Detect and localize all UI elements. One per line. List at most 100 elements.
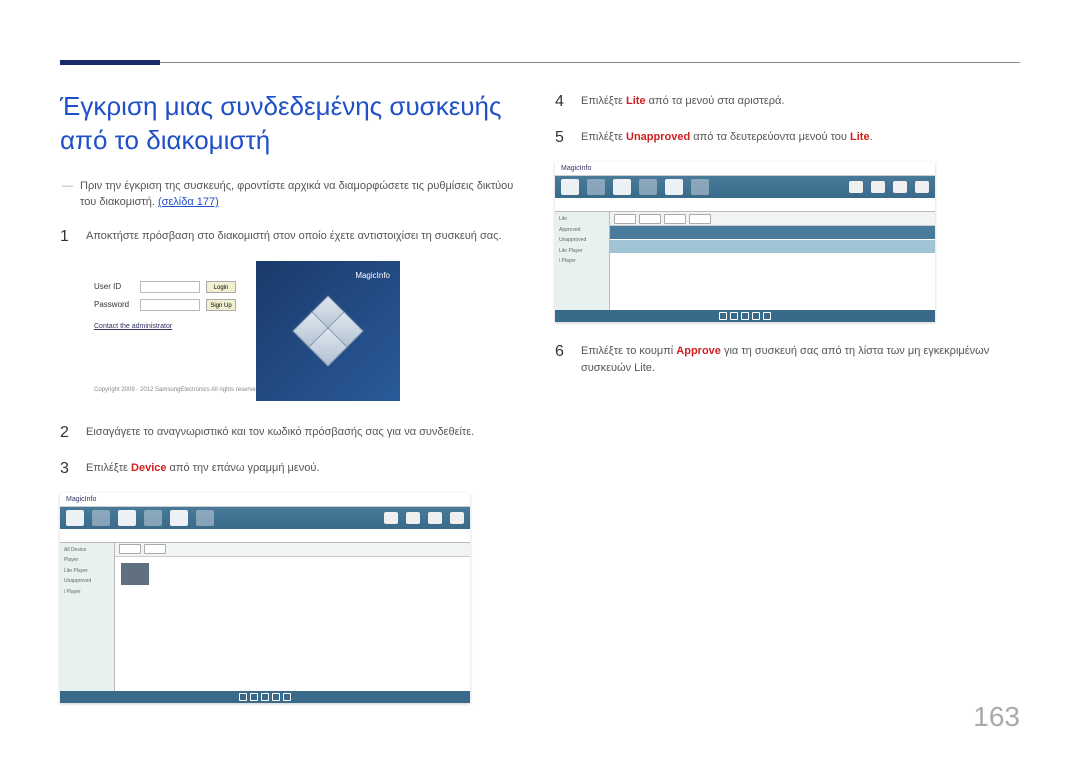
footer-nav[interactable] <box>730 312 738 320</box>
sidebar-item[interactable]: All Device <box>64 547 110 554</box>
header-accent <box>60 60 160 65</box>
toolbar-icon[interactable] <box>144 510 162 526</box>
app-body: Lite Approved Unapproved Lite Player i P… <box>555 212 935 310</box>
step-4: 4 Επιλέξτε Lite από τα μενού στα αριστερ… <box>555 90 1020 114</box>
toolbar-icon[interactable] <box>665 179 683 195</box>
step-num-5: 5 <box>555 126 569 150</box>
toolbar-icon[interactable] <box>170 510 188 526</box>
footer-nav[interactable] <box>250 693 258 701</box>
app-body: All Device Player Lite Player Unapproved… <box>60 543 470 691</box>
sidebar-item[interactable]: Lite Player <box>64 568 110 575</box>
table-row[interactable] <box>610 240 935 254</box>
step-2-text: Εισαγάγετε το αναγνωριστικό και τον κωδι… <box>86 421 474 445</box>
app-main-toolbar <box>610 212 935 226</box>
toolbar-icon[interactable] <box>118 510 136 526</box>
contact-admin-link[interactable]: Contact the administrator <box>94 323 242 330</box>
sidebar-item[interactable]: i Player <box>64 589 110 596</box>
toolbar-icon[interactable] <box>196 510 214 526</box>
mini-btn[interactable] <box>144 544 166 554</box>
step-6: 6 Επιλέξτε το κουμπί Approve για τη συσκ… <box>555 340 1020 376</box>
toolbar-icon-sm[interactable] <box>915 181 929 193</box>
footer-nav[interactable] <box>239 693 247 701</box>
mini-btn[interactable] <box>614 214 636 224</box>
login-screenshot: User ID Login Password Sign Up Contact t… <box>80 261 400 401</box>
toolbar-icon[interactable] <box>92 510 110 526</box>
step-4-text: Επιλέξτε Lite από τα μενού στα αριστερά. <box>581 90 784 114</box>
step-num-6: 6 <box>555 340 569 376</box>
page-heading: Έγκριση μιας συνδεδεμένης συσκευής από τ… <box>60 90 525 158</box>
toolbar-icon[interactable] <box>613 179 631 195</box>
step-5: 5 Επιλέξτε Unapproved από τα δευτερεύοντ… <box>555 126 1020 150</box>
mini-btn[interactable] <box>639 214 661 224</box>
footer-nav[interactable] <box>283 693 291 701</box>
toolbar-icon[interactable] <box>561 179 579 195</box>
footer-nav[interactable] <box>763 312 771 320</box>
device-keyword: Device <box>131 462 166 474</box>
step-1: 1 Αποκτήστε πρόσβαση στο διακομιστή στον… <box>60 225 525 249</box>
sidebar-item[interactable]: Lite <box>559 216 605 223</box>
user-id-input[interactable] <box>140 281 200 293</box>
password-input[interactable] <box>140 299 200 311</box>
app-sidebar: Lite Approved Unapproved Lite Player i P… <box>555 212 610 310</box>
login-form-panel: User ID Login Password Sign Up Contact t… <box>80 261 256 401</box>
step-num-4: 4 <box>555 90 569 114</box>
sidebar-item[interactable]: Approved <box>559 227 605 234</box>
lite-keyword: Lite <box>626 95 646 107</box>
step-num-3: 3 <box>60 457 74 481</box>
app-toolbar <box>555 176 935 198</box>
sidebar-item[interactable]: Player <box>64 557 110 564</box>
data-rows <box>610 226 935 254</box>
toolbar-icon[interactable] <box>639 179 657 195</box>
step-num-1: 1 <box>60 225 74 249</box>
app-main <box>115 543 470 691</box>
toolbar-icon-sm[interactable] <box>384 512 398 524</box>
app-subbar <box>555 198 935 212</box>
toolbar-icon-sm[interactable] <box>450 512 464 524</box>
mini-btn[interactable] <box>689 214 711 224</box>
right-column: 4 Επιλέξτε Lite από τα μενού στα αριστερ… <box>555 90 1020 723</box>
login-branding-panel: MagicInfo <box>256 261 400 401</box>
app-toolbar <box>60 507 470 529</box>
mini-btn[interactable] <box>664 214 686 224</box>
footer-nav[interactable] <box>272 693 280 701</box>
footer-nav[interactable] <box>752 312 760 320</box>
page-number: 163 <box>973 701 1020 733</box>
step-3: 3 Επιλέξτε Device από την επάνω γραμμή μ… <box>60 457 525 481</box>
signup-button[interactable]: Sign Up <box>206 299 236 311</box>
sidebar-item[interactable]: Unapproved <box>64 578 110 585</box>
login-button[interactable]: Login <box>206 281 236 293</box>
toolbar-icon-sm[interactable] <box>893 181 907 193</box>
app-main-toolbar <box>115 543 470 557</box>
password-label: Password <box>94 300 134 309</box>
toolbar-icon[interactable] <box>587 179 605 195</box>
footer-nav[interactable] <box>741 312 749 320</box>
step-2: 2 Εισαγάγετε το αναγνωριστικό και τον κω… <box>60 421 525 445</box>
toolbar-icon[interactable] <box>66 510 84 526</box>
toolbar-icon[interactable] <box>691 179 709 195</box>
toolbar-icon-sm[interactable] <box>849 181 863 193</box>
app-content <box>115 557 470 691</box>
sidebar-item[interactable]: i Player <box>559 258 605 265</box>
step-1-text: Αποκτήστε πρόσβαση στο διακομιστή στον ο… <box>86 225 501 249</box>
step-num-2: 2 <box>60 421 74 445</box>
toolbar-icon-sm[interactable] <box>406 512 420 524</box>
unapproved-keyword: Unapproved <box>626 131 690 143</box>
step-6-text: Επιλέξτε το κουμπί Approve για τη συσκευ… <box>581 340 1020 376</box>
lite-keyword-2: Lite <box>850 131 870 143</box>
footer-nav[interactable] <box>719 312 727 320</box>
header-rule <box>60 62 1020 63</box>
footer-nav[interactable] <box>261 693 269 701</box>
table-row[interactable] <box>610 226 935 240</box>
note-page-link[interactable]: (σελίδα 177) <box>158 196 219 208</box>
app-footer <box>555 310 935 322</box>
approve-keyword: Approve <box>676 345 721 357</box>
magicinfo-logo: MagicInfo <box>355 271 390 280</box>
app-header: MagicInfo <box>555 162 935 176</box>
mini-btn[interactable] <box>119 544 141 554</box>
sidebar-item[interactable]: Lite Player <box>559 248 605 255</box>
user-id-label: User ID <box>94 282 134 291</box>
toolbar-icon-sm[interactable] <box>428 512 442 524</box>
device-thumbnail[interactable] <box>121 563 149 585</box>
toolbar-icon-sm[interactable] <box>871 181 885 193</box>
sidebar-item[interactable]: Unapproved <box>559 237 605 244</box>
